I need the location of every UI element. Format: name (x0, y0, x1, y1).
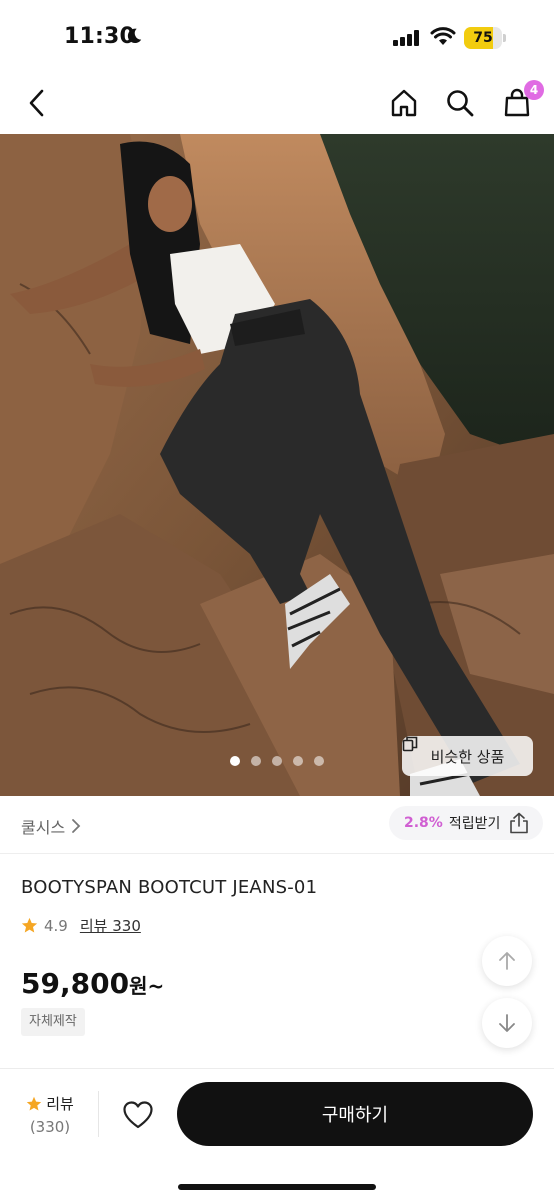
cart-button[interactable]: 4 (500, 80, 544, 120)
buy-button[interactable]: 구매하기 (177, 1082, 533, 1146)
brand-name: 쿨시스 (21, 818, 66, 837)
review-link[interactable]: 리뷰 330 (80, 915, 141, 936)
points-rate: 2.8% (404, 815, 443, 831)
carousel-dot[interactable] (230, 756, 240, 766)
star-icon (26, 1096, 42, 1111)
carousel-dots (230, 756, 324, 766)
carousel-dot[interactable] (272, 756, 282, 766)
home-icon (391, 89, 417, 117)
battery-level: 75 (473, 30, 493, 46)
rating-row: 4.9 리뷰 330 (21, 915, 141, 936)
copy-icon (402, 736, 418, 752)
similar-products-label: 비슷한 상품 (430, 747, 505, 766)
signal-icon (393, 30, 419, 46)
wishlist-button[interactable] (120, 1097, 156, 1133)
status-bar: 11:30 75 (0, 0, 554, 72)
scroll-up-button[interactable] (482, 936, 532, 986)
product-tag: 자체제작 (21, 1008, 85, 1036)
arrow-down-icon (499, 1014, 515, 1032)
points-chip[interactable]: 2.8% 적립받기 (389, 806, 543, 840)
product-title: BOOTYSPAN BOOTCUT JEANS-01 (21, 877, 318, 898)
chevron-left-icon (29, 89, 44, 117)
divider (98, 1091, 99, 1137)
star-icon (21, 917, 38, 933)
scroll-down-button[interactable] (482, 998, 532, 1048)
similar-products-button[interactable]: 비슷한 상품 (402, 736, 533, 776)
search-button[interactable] (443, 86, 477, 120)
cart-count-badge: 4 (524, 80, 544, 100)
brand-row: 쿨시스 2.8% 적립받기 (0, 796, 554, 854)
brand-link[interactable]: 쿨시스 (21, 814, 81, 838)
home-indicator (178, 1184, 376, 1190)
home-button[interactable] (387, 86, 421, 120)
price-unit: 원~ (129, 974, 165, 998)
wifi-icon (430, 27, 456, 45)
product-image-carousel[interactable]: 비슷한 상품 (0, 134, 554, 796)
rating-score: 4.9 (44, 916, 68, 935)
bottom-review-count: (330) (29, 1118, 71, 1136)
bottom-review-label: 리뷰 (46, 1095, 74, 1113)
bottom-action-bar: 리뷰 (330) 구매하기 (0, 1068, 554, 1200)
back-button[interactable] (20, 86, 54, 120)
product-photo (0, 134, 554, 796)
bottom-review-button[interactable]: 리뷰 (330) (22, 1093, 78, 1136)
carousel-dot[interactable] (314, 756, 324, 766)
carousel-dot[interactable] (293, 756, 303, 766)
chevron-right-icon (72, 819, 81, 833)
search-icon (447, 90, 474, 117)
top-nav: 4 (0, 72, 554, 134)
moon-icon (127, 28, 142, 44)
heart-icon (123, 1101, 153, 1129)
arrow-up-icon (499, 952, 515, 970)
carousel-dot[interactable] (251, 756, 261, 766)
battery-icon: 75 (464, 27, 506, 49)
share-icon[interactable] (509, 812, 529, 834)
price-value: 59,800 (21, 967, 130, 1000)
price: 59,800 원~ (21, 967, 164, 1000)
points-label: 적립받기 (448, 816, 501, 832)
